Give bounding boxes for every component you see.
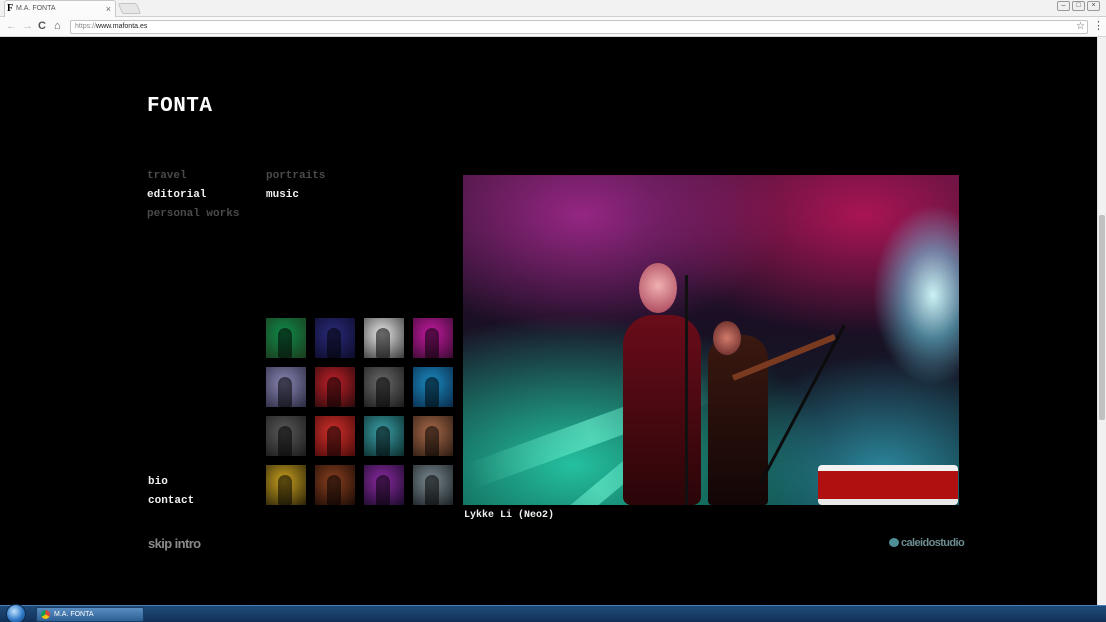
url-host: www.mafonta.es — [96, 23, 148, 30]
menu-item-personal-works[interactable]: personal works — [147, 205, 239, 224]
skip-intro-link[interactable]: skip intro — [148, 536, 201, 551]
tab-title: M.A. FONTA — [16, 5, 56, 12]
thumbnail-grid — [266, 318, 454, 506]
menu-left: travel editorial personal works — [147, 167, 239, 224]
page-content: FONTA travel editorial personal works po… — [0, 37, 1097, 605]
scrollbar-thumb[interactable] — [1099, 215, 1105, 420]
url-scheme: https:// — [75, 23, 97, 30]
chrome-icon — [41, 610, 50, 619]
restore-button[interactable]: □ — [1072, 1, 1085, 11]
main-photo — [463, 175, 959, 505]
start-button[interactable] — [6, 604, 26, 622]
contact-link[interactable]: contact — [148, 492, 194, 511]
favicon-icon: F — [7, 3, 14, 14]
menu-item-portraits[interactable]: portraits — [266, 167, 325, 186]
thumbnail-10[interactable] — [315, 416, 355, 456]
studio-credit-link[interactable]: caleidostudio — [889, 537, 965, 549]
thumbnail-7[interactable] — [364, 367, 404, 407]
guitarist-figure — [708, 335, 768, 505]
home-icon[interactable]: ⌂ — [54, 19, 61, 33]
thumbnail-14[interactable] — [315, 465, 355, 505]
menu-item-travel[interactable]: travel — [147, 167, 239, 186]
thumbnail-13[interactable] — [266, 465, 306, 505]
tab-close-icon[interactable]: × — [106, 3, 111, 15]
thumbnail-9[interactable] — [266, 416, 306, 456]
thumbnail-15[interactable] — [364, 465, 404, 505]
os-taskbar: M.A. FONTA — [0, 604, 1106, 622]
thumbnail-11[interactable] — [364, 416, 404, 456]
photo-caption: Lykke Li (Neo2) — [464, 510, 555, 521]
menu-right: portraits music — [266, 167, 325, 205]
mic-stand — [685, 275, 688, 505]
taskbar-item-browser[interactable]: M.A. FONTA — [36, 607, 144, 622]
menu-item-music[interactable]: music — [266, 186, 325, 205]
bio-link[interactable]: bio — [148, 473, 194, 492]
singer-figure — [623, 315, 701, 505]
site-logo[interactable]: FONTA — [147, 95, 213, 118]
thumbnail-4[interactable] — [413, 318, 453, 358]
bottom-links: bio contact — [148, 473, 194, 511]
minimize-button[interactable]: – — [1057, 1, 1070, 11]
thumbnail-6[interactable] — [315, 367, 355, 407]
browser-menu-icon[interactable]: ⋮ — [1093, 19, 1104, 33]
thumbnail-3[interactable] — [364, 318, 404, 358]
window-controls: – □ × — [1057, 1, 1100, 11]
forward-arrow-icon[interactable]: → — [22, 19, 33, 33]
close-window-button[interactable]: × — [1087, 1, 1100, 11]
browser-toolbar: ← → C ⌂ https://www.mafonta.es ☆ ⋮ — [0, 17, 1106, 37]
address-bar[interactable]: https://www.mafonta.es ☆ — [70, 20, 1088, 34]
bookmark-star-icon[interactable]: ☆ — [1076, 21, 1085, 33]
thumbnail-16[interactable] — [413, 465, 453, 505]
drum — [818, 465, 958, 505]
guitarist-head — [713, 321, 741, 355]
taskbar-item-label: M.A. FONTA — [54, 611, 94, 618]
thumbnail-1[interactable] — [266, 318, 306, 358]
browser-tab[interactable]: F M.A. FONTA × — [4, 0, 116, 17]
back-arrow-icon[interactable]: ← — [6, 19, 17, 33]
reload-icon[interactable]: C — [38, 19, 46, 33]
studio-credit-text: caleidostudio — [901, 537, 965, 549]
studio-logo-icon — [889, 538, 899, 547]
thumbnail-5[interactable] — [266, 367, 306, 407]
browser-tabstrip: F M.A. FONTA × – □ × — [0, 0, 1106, 17]
thumbnail-2[interactable] — [315, 318, 355, 358]
thumbnail-12[interactable] — [413, 416, 453, 456]
menu-item-editorial[interactable]: editorial — [147, 186, 239, 205]
vertical-scrollbar[interactable] — [1097, 37, 1106, 605]
singer-head — [639, 263, 677, 313]
thumbnail-8[interactable] — [413, 367, 453, 407]
new-tab-button[interactable] — [117, 3, 142, 14]
